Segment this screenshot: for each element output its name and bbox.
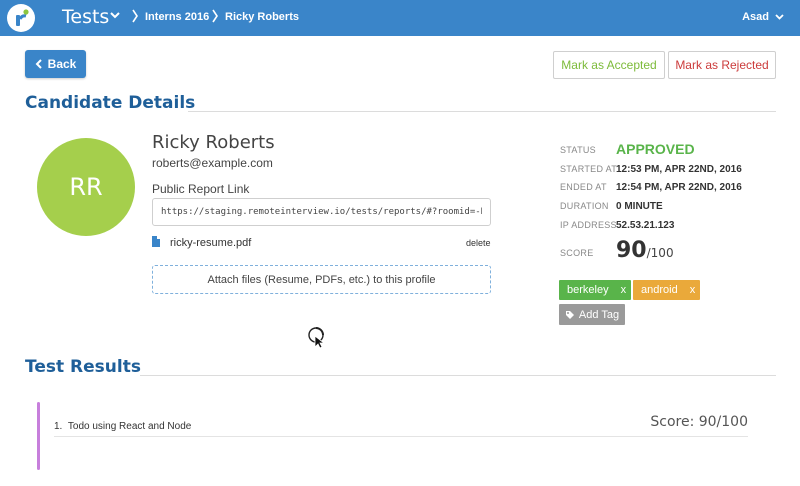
report-link-field[interactable] <box>152 198 491 226</box>
file-icon <box>152 236 160 247</box>
ended-at-value: 12:54 PM, APR 22ND, 2016 <box>616 182 742 193</box>
result-divider <box>54 436 748 437</box>
chevron-down-icon[interactable] <box>110 10 120 20</box>
test-results-title: Test Results <box>25 357 141 377</box>
result-item-number: 1. <box>54 421 63 432</box>
score-label: SCORE <box>560 248 594 258</box>
user-menu[interactable]: Asad <box>742 11 769 23</box>
chevron-right-icon <box>212 9 218 23</box>
report-link-label: Public Report Link <box>152 182 250 196</box>
ip-address-value: 52.53.21.123 <box>616 220 675 231</box>
started-at-label: STARTED AT <box>560 164 618 174</box>
tag-berkeley: berkeley x <box>559 280 631 300</box>
score-max: /100 <box>646 246 674 260</box>
candidate-details-title: Candidate Details <box>25 93 196 113</box>
tag-label: android <box>641 284 678 296</box>
back-button-label: Back <box>47 57 77 71</box>
candidate-name: Ricky Roberts <box>152 132 275 153</box>
started-at-value: 12:53 PM, APR 22ND, 2016 <box>616 164 742 175</box>
candidate-email: roberts@example.com <box>152 156 273 170</box>
app-logo[interactable]: ri <box>7 4 35 32</box>
logo-mark-icon <box>16 9 29 26</box>
chevron-down-icon[interactable] <box>775 12 784 21</box>
remove-tag-button[interactable]: x <box>690 284 696 296</box>
ended-at-label: ENDED AT <box>560 182 607 192</box>
breadcrumb-candidate[interactable]: Ricky Roberts <box>225 11 299 23</box>
attach-files-dropzone[interactable]: Attach files (Resume, PDFs, etc.) to thi… <box>152 265 491 294</box>
section-divider <box>188 111 776 112</box>
tag-android: android x <box>633 280 700 300</box>
breadcrumb-interns-2016[interactable]: Interns 2016 <box>145 11 209 23</box>
resume-file-link[interactable]: ricky-resume.pdf <box>170 237 251 249</box>
duration-value: 0 MINUTE <box>616 201 663 212</box>
mark-accepted-button[interactable]: Mark as Accepted <box>553 51 665 79</box>
score-number: 90 <box>616 238 647 263</box>
status-label: STATUS <box>560 145 596 155</box>
section-divider <box>140 375 776 376</box>
tag-icon <box>565 310 574 319</box>
add-tag-label: Add Tag <box>578 308 620 321</box>
result-accent-bar <box>37 402 40 470</box>
back-button[interactable]: Back <box>25 50 86 78</box>
chevron-left-icon <box>35 59 42 69</box>
duration-label: DURATION <box>560 201 609 211</box>
tests-menu[interactable]: Tests <box>62 6 109 28</box>
ip-address-label: IP ADDRESS <box>560 220 617 230</box>
top-navbar: ri Tests Interns 2016 Ricky Roberts Asad <box>0 0 800 36</box>
loading-cursor-icon <box>308 327 325 348</box>
delete-file-link[interactable]: delete <box>466 238 491 248</box>
mark-rejected-button[interactable]: Mark as Rejected <box>668 51 776 79</box>
tag-label: berkeley <box>567 284 609 296</box>
status-value: APPROVED <box>616 141 695 157</box>
chevron-right-icon <box>132 9 138 23</box>
add-tag-button[interactable]: Add Tag <box>559 304 625 325</box>
result-item-score: Score: 90/100 <box>650 414 748 430</box>
remove-tag-button[interactable]: x <box>621 284 627 296</box>
score-value: 90/100 <box>616 238 674 263</box>
avatar: RR <box>37 138 135 236</box>
result-item-label: Todo using React and Node <box>67 421 192 432</box>
result-item-title[interactable]: 1. Todo using React and Node <box>54 421 191 432</box>
